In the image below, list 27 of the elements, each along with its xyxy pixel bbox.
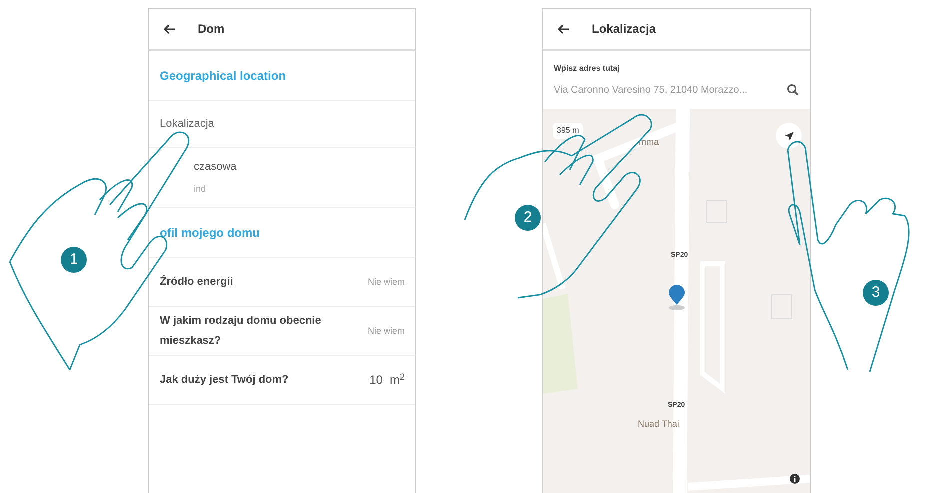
step-number-badge: 1 xyxy=(61,247,87,273)
step-number-badge: 3 xyxy=(863,280,889,306)
navigation-arrow-icon xyxy=(784,132,794,140)
place-label: mma xyxy=(639,136,659,149)
setting-label: Jak duży jest Twój dom? xyxy=(160,373,289,388)
list-item-subtitle: ind xyxy=(194,183,206,196)
screen-title: Lokalizacja xyxy=(592,21,656,38)
screen-title: Dom xyxy=(198,21,225,38)
list-item[interactable]: Lokalizacja xyxy=(160,116,214,132)
setting-value[interactable]: Nie wiem xyxy=(368,324,405,338)
section-title: Geographical location xyxy=(160,68,286,84)
setting-value[interactable]: 10 m$^{2}$ xyxy=(370,371,405,389)
back-arrow-icon[interactable] xyxy=(557,24,570,34)
section-title: ofil mojego domu xyxy=(160,224,260,242)
step-number-badge: 2 xyxy=(515,205,541,231)
map-scale: 395 m xyxy=(553,123,584,139)
search-icon[interactable] xyxy=(787,84,799,96)
setting-label: W jakim rodzaju domu obecnie mieszkasz? xyxy=(160,314,322,349)
place-label: Nuad Thai xyxy=(638,418,680,431)
field-label: Wpisz adres tutaj xyxy=(554,62,621,74)
setting-label: Źródło energii xyxy=(160,274,234,290)
list-item[interactable]: czasowa xyxy=(194,158,237,175)
info-icon[interactable] xyxy=(790,474,800,484)
back-arrow-icon[interactable] xyxy=(163,24,176,34)
setting-value[interactable]: Nie wiem xyxy=(368,274,405,290)
location-pin-icon[interactable] xyxy=(667,285,687,311)
locate-button[interactable] xyxy=(776,123,802,149)
